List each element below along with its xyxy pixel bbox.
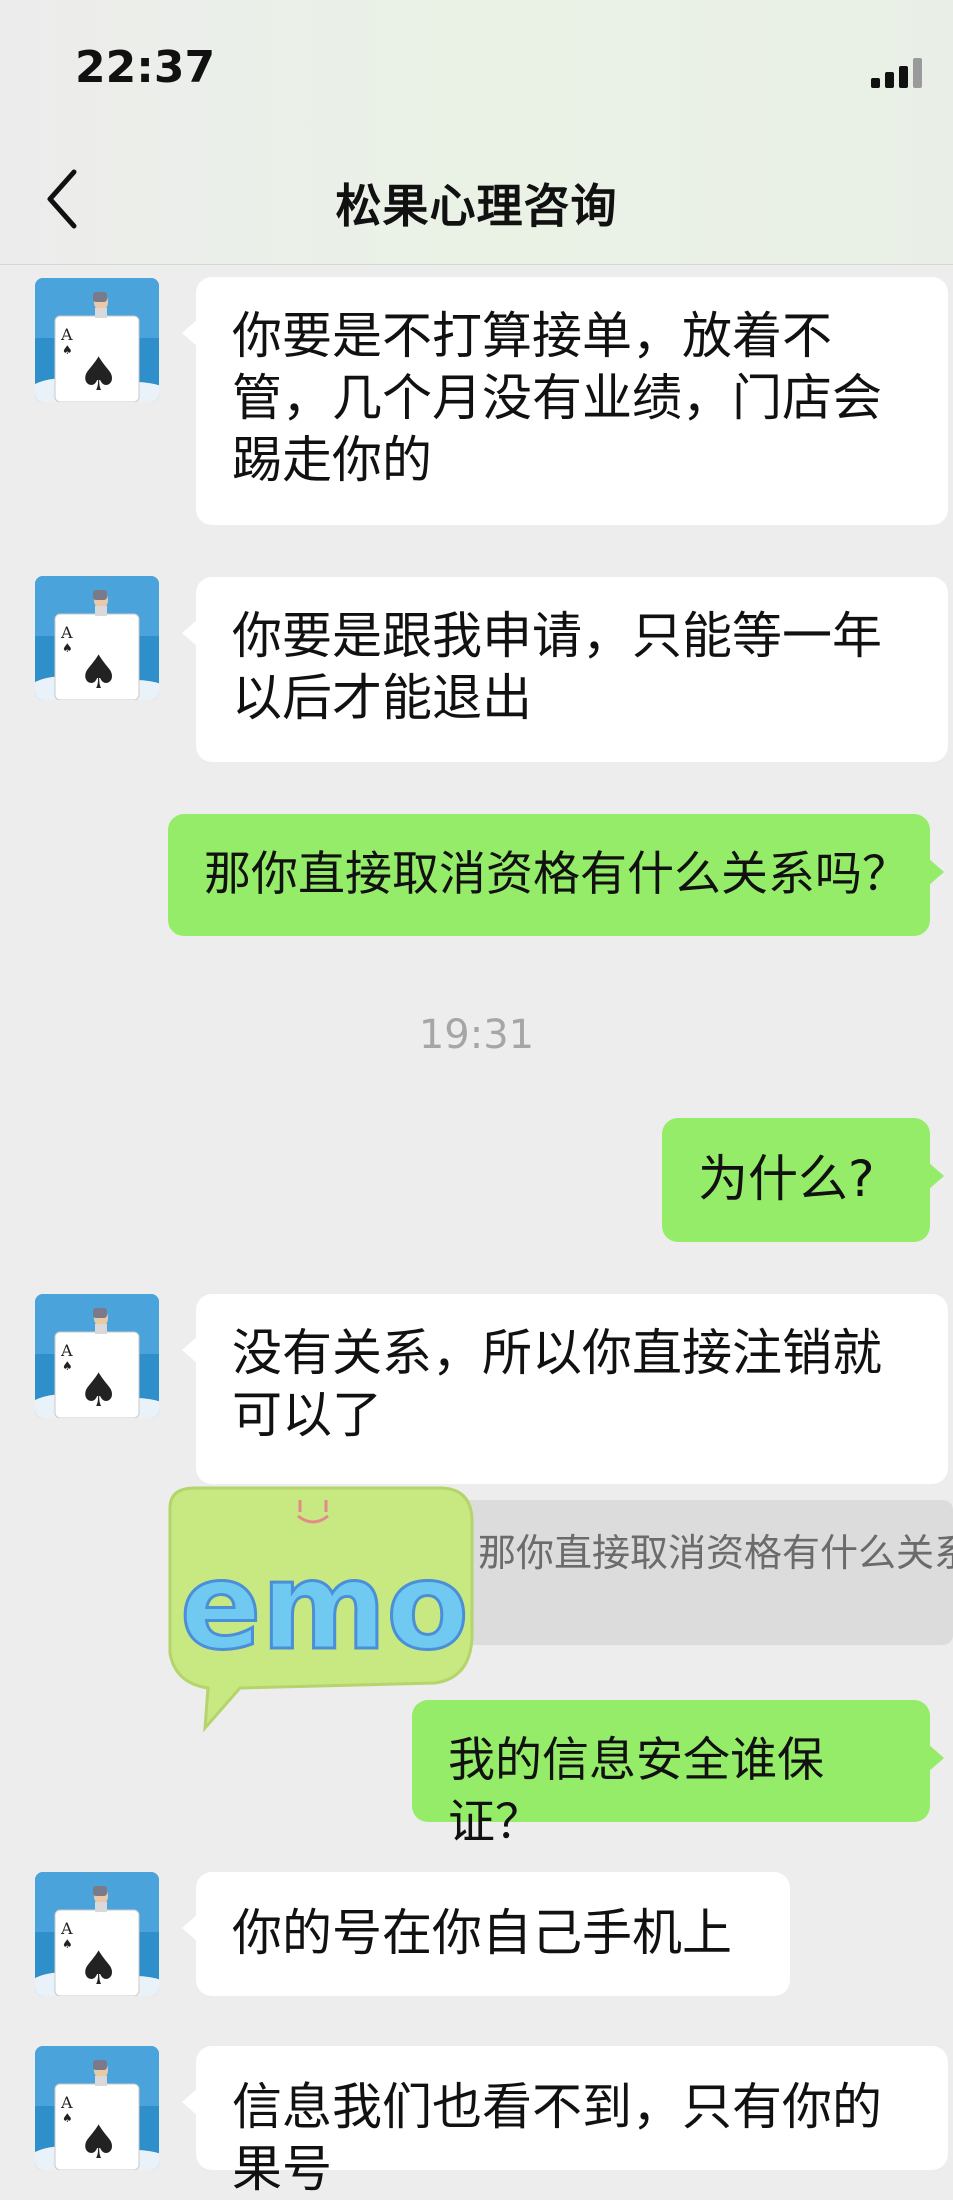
avatar[interactable] — [35, 2046, 159, 2170]
message-bubble-sent[interactable]: 那你直接取消资格有什么关系吗？ — [168, 814, 944, 936]
message-bubble-received[interactable]: 你的号在你自己手机上 — [182, 1872, 790, 1996]
status-time: 22:37 — [75, 42, 216, 93]
chat-timestamp: 19:31 — [418, 1012, 535, 1058]
message-bubble-received[interactable]: 你要是跟我申请，只能等一年以后才能退出 — [182, 577, 948, 762]
chat-title: 松果心理咨询 — [335, 179, 618, 233]
quoted-message[interactable]: 那你直接取消资格有什么关系吗？ — [460, 1500, 953, 1645]
message-bubble-received[interactable]: 你要是不打算接单，放着不管，几个月没有业绩，门店会踢走你的 — [182, 277, 948, 525]
nav-bar: 松果心理咨询 — [0, 140, 953, 265]
svg-text:emo: emo — [180, 1538, 469, 1677]
avatar[interactable] — [35, 576, 159, 700]
avatar[interactable] — [35, 1294, 159, 1418]
avatar[interactable] — [35, 278, 159, 402]
message-bubble-sent[interactable]: 为什么? — [662, 1118, 944, 1242]
signal-icon — [871, 58, 931, 88]
emo-sticker[interactable]: emo — [150, 1478, 480, 1734]
message-bubble-sent[interactable]: 我的信息安全谁保证？ — [412, 1700, 944, 1850]
avatar[interactable] — [35, 1872, 159, 1996]
message-bubble-received[interactable]: 没有关系，所以你直接注销就可以了 — [182, 1294, 948, 1484]
status-bar: 22:37 — [0, 0, 953, 140]
message-bubble-received[interactable]: 信息我们也看不到，只有你的果号 — [182, 2046, 948, 2198]
